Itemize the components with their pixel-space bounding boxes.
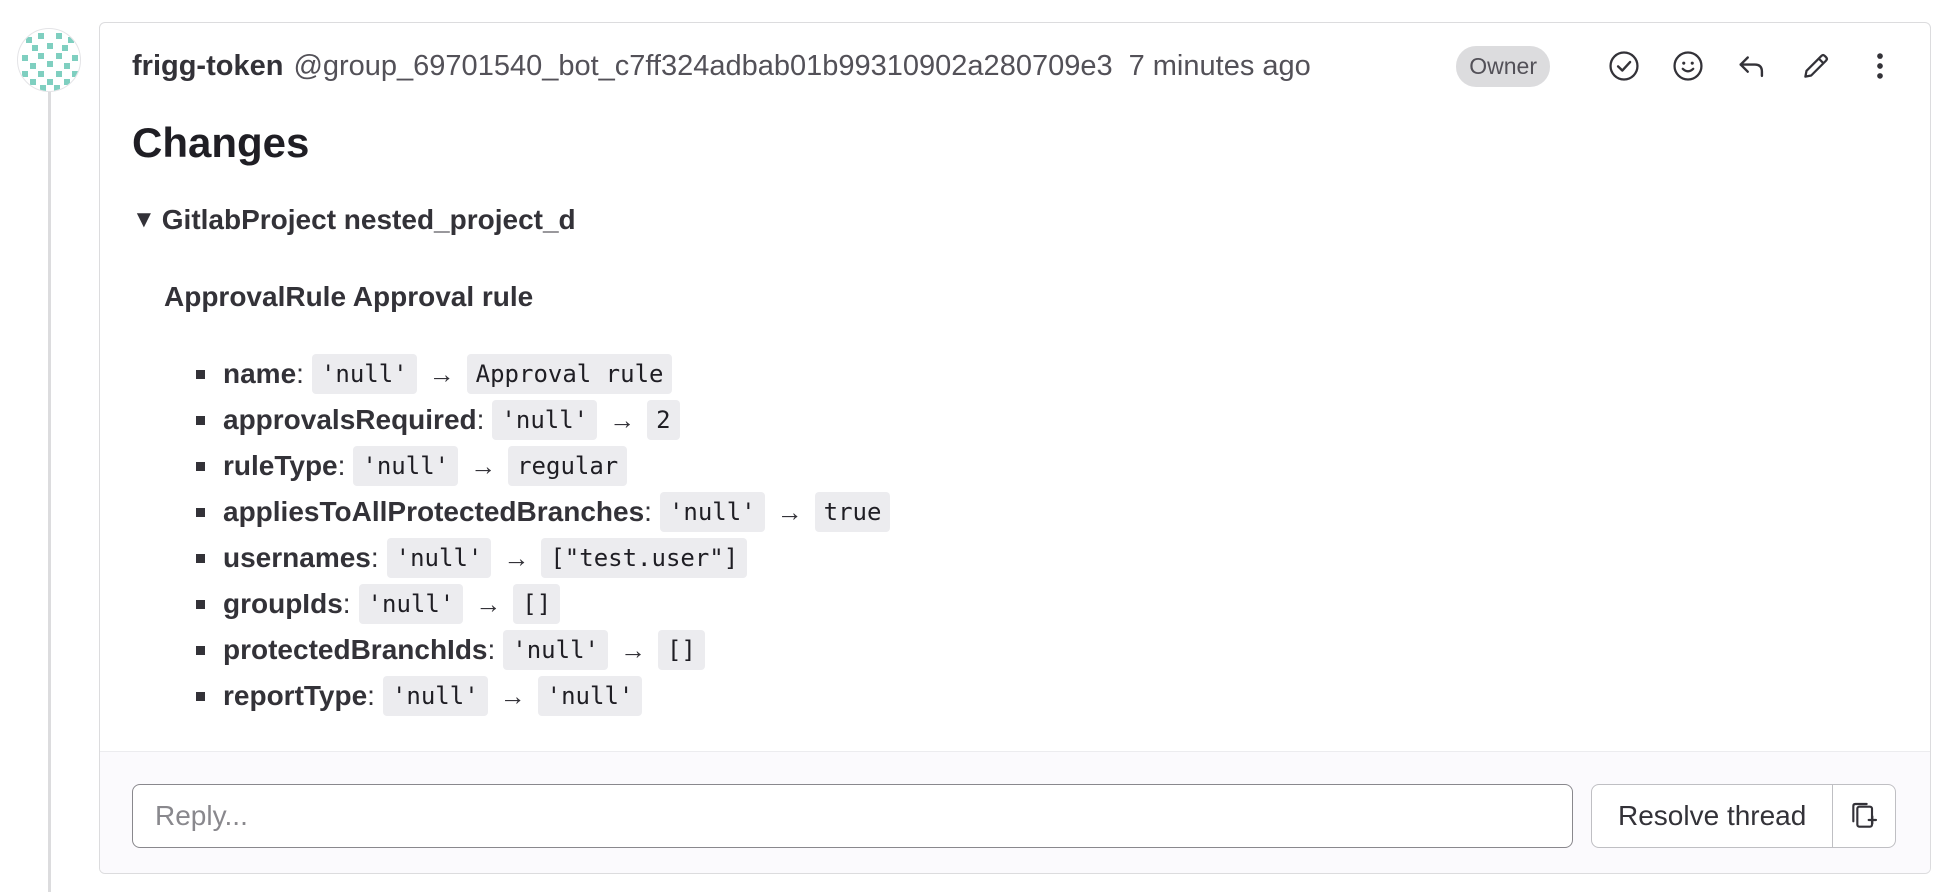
reply-icon [1739, 56, 1764, 78]
emoji-icon [1673, 51, 1703, 81]
field-name: groupIds [223, 588, 343, 619]
caret-down-icon: ▼ [132, 206, 156, 233]
bullet [196, 369, 205, 379]
author-name[interactable]: frigg-token [132, 50, 283, 83]
new-value: regular [508, 446, 628, 486]
project-label: GitlabProject nested_project_d [161, 204, 576, 235]
bullet [196, 415, 205, 425]
resolve-button-group: Resolve thread [1591, 784, 1897, 848]
create-issue-button[interactable] [1833, 785, 1895, 847]
old-value: 'null' [353, 446, 459, 486]
list-item: appliesToAllProtectedBranches : 'null' →… [196, 489, 891, 535]
old-value: 'null' [492, 400, 598, 440]
field-name: protectedBranchIds [223, 634, 488, 665]
reply-button[interactable] [1732, 46, 1772, 86]
field-name: appliesToAllProtectedBranches [223, 496, 645, 527]
bullet [196, 645, 205, 655]
new-value: true [814, 492, 891, 532]
approval-rule-heading: ApprovalRule Approval rule [164, 281, 534, 312]
arrow-right-icon: → [475, 588, 502, 619]
old-value: 'null' [503, 630, 608, 670]
bullet [196, 599, 205, 609]
old-value: 'null' [386, 538, 492, 578]
note-timestamp[interactable]: 7 minutes ago [1129, 50, 1311, 83]
arrow-right-icon: → [776, 496, 803, 527]
old-value: 'null' [382, 676, 488, 716]
issue-new-icon [1852, 802, 1878, 828]
arrow-right-icon: → [619, 634, 646, 665]
field-name: ruleType [223, 450, 338, 481]
edit-comment-button[interactable] [1796, 46, 1836, 86]
author-handle[interactable]: @group_69701540_bot_c7ff324adbab01b99310… [293, 50, 1112, 83]
list-item: protectedBranchIds : 'null' → [] [196, 627, 890, 673]
old-value: 'null' [358, 584, 464, 624]
new-value: [] [657, 630, 705, 670]
resolve-thread-icon-button[interactable] [1604, 46, 1644, 86]
new-value: Approval rule [466, 354, 673, 394]
note-header: frigg-token @group_69701540_bot_c7ff324a… [132, 43, 1900, 89]
project-details-toggle[interactable]: ▼ GitlabProject nested_project_d [132, 204, 576, 236]
old-value: 'null' [659, 492, 765, 532]
timeline-line [48, 78, 51, 892]
reply-input[interactable] [132, 784, 1573, 848]
arrow-right-icon: → [428, 358, 455, 389]
bullet [196, 461, 205, 471]
note-title: Changes [132, 119, 310, 166]
note-card: frigg-token @group_69701540_bot_c7ff324a… [99, 22, 1931, 874]
list-item: approvalsRequired : 'null' → 2 [196, 397, 890, 443]
new-value: [] [513, 584, 561, 624]
bullet [196, 507, 205, 517]
field-name: reportType [223, 680, 368, 711]
new-value: ["test.user"] [541, 538, 748, 578]
arrow-right-icon: → [609, 404, 636, 435]
arrow-right-icon: → [503, 542, 530, 573]
field-name: usernames [223, 542, 371, 573]
list-item: name : 'null' → Approval rule [196, 351, 890, 397]
more-actions-button[interactable] [1860, 46, 1900, 86]
list-item: reportType : 'null' → 'null' [196, 673, 890, 719]
role-badge: Owner [1456, 45, 1550, 87]
avatar[interactable] [17, 28, 81, 92]
list-item: groupIds : 'null' → [] [196, 581, 890, 627]
old-value: 'null' [311, 354, 417, 394]
new-value: 'null' [537, 676, 643, 716]
reply-area: Resolve thread [100, 751, 1930, 873]
bullet [196, 691, 205, 701]
list-item: usernames : 'null' → ["test.user"] [196, 535, 890, 581]
field-name: approvalsRequired [223, 404, 477, 435]
new-value: 2 [647, 400, 680, 440]
add-reaction-button[interactable] [1668, 46, 1708, 86]
bullet [196, 553, 205, 563]
changes-list: name : 'null' → Approval rule approvalsR… [196, 351, 891, 719]
arrow-right-icon: → [499, 680, 526, 711]
edit-icon [1804, 53, 1829, 78]
list-item: ruleType : 'null' → regular [196, 443, 890, 489]
field-name: name [223, 358, 297, 389]
arrow-right-icon: → [470, 450, 497, 481]
resolve-icon [1609, 51, 1639, 81]
more-actions-icon [1877, 53, 1883, 79]
resolve-thread-button[interactable]: Resolve thread [1592, 785, 1834, 847]
